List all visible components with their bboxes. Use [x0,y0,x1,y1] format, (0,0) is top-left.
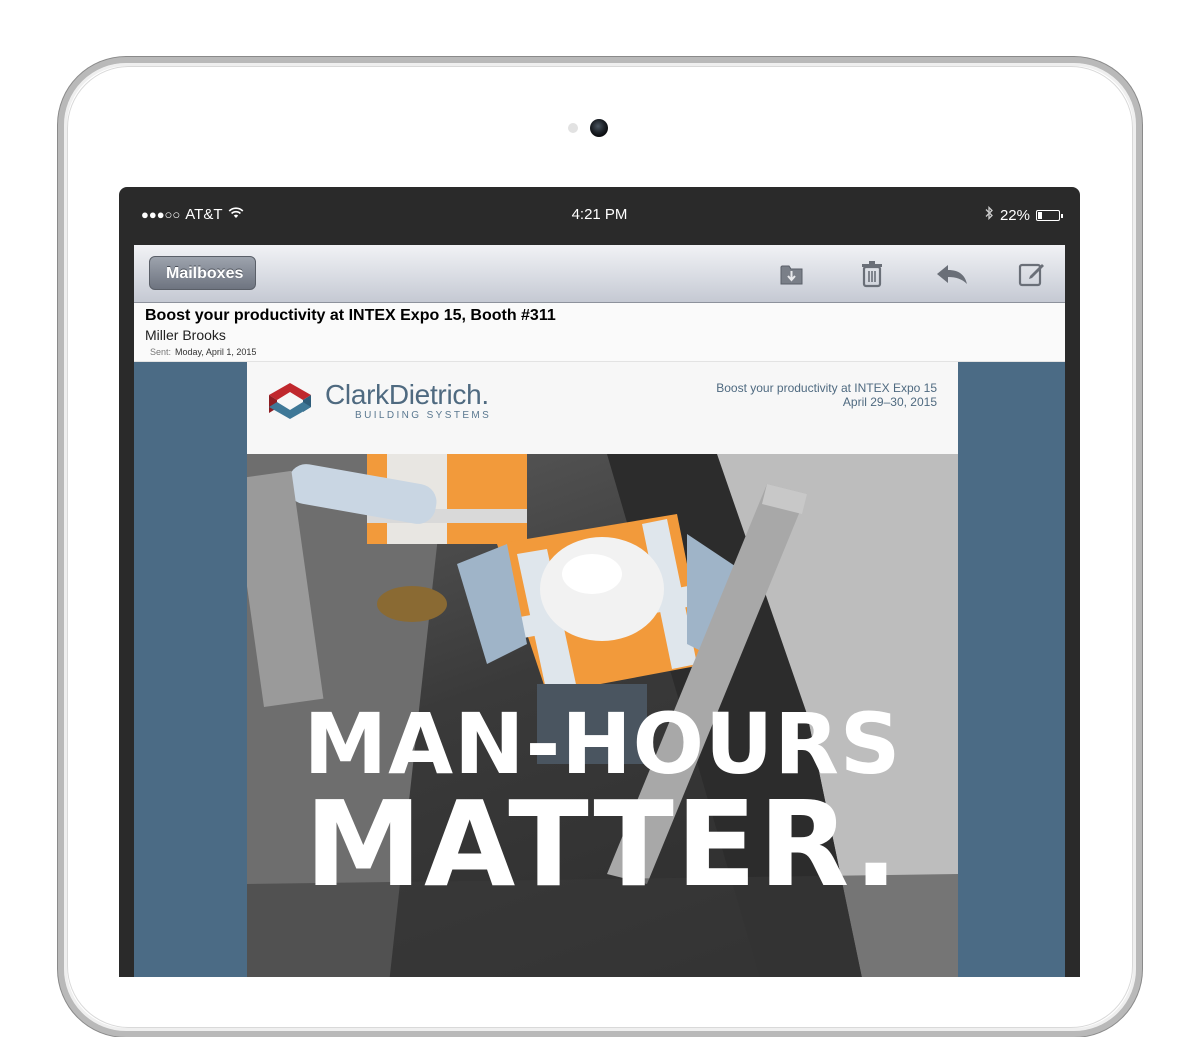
mail-app: Mailboxes Boost your productivity at INT… [134,245,1065,977]
mail-toolbar: Mailboxes [134,245,1065,303]
trash-icon[interactable] [857,259,887,289]
move-to-folder-icon[interactable] [777,259,807,289]
back-button-label: Mailboxes [166,265,244,282]
sent-date: Moday, April 1, 2015 [175,347,257,357]
mailboxes-back-button[interactable]: Mailboxes [149,256,257,290]
battery-icon [1036,209,1063,221]
promo-line-2: April 29–30, 2015 [842,395,937,409]
status-time: 4:21 PM [571,206,628,223]
headline-line-2: MATTER. [304,775,901,913]
battery-percent: 22% [999,206,1030,224]
status-bar: ●●●○○ AT&T 4:21 PM 22% [119,187,1080,243]
logo-wordmark: ClarkDietrich. [325,379,489,410]
reply-icon[interactable] [934,259,970,289]
sent-label: Sent: [150,347,172,357]
clarkdietrich-logo[interactable]: ClarkDietrich. BUILDING SYSTEMS [265,381,491,421]
promo-line-1: Boost your productivity at INTEX Expo 15 [716,381,937,395]
front-camera [590,119,608,137]
email-banner: ClarkDietrich. BUILDING SYSTEMS Boost yo… [247,362,958,454]
message-header: Boost your productivity at INTEX Expo 15… [134,303,1065,362]
hero-image[interactable]: MAN-HOURS MATTER. [247,454,958,977]
email-content: ClarkDietrich. BUILDING SYSTEMS Boost yo… [247,362,958,977]
logo-mark-icon [269,383,311,419]
light-sensor [568,123,578,133]
battery-fill [1038,211,1042,219]
logo-subtitle: BUILDING SYSTEMS [355,410,492,421]
message-subject: Boost your productivity at INTEX Expo 15… [145,307,556,324]
message-sent-line: Sent: Moday, April 1, 2015 [150,347,256,357]
message-sender[interactable]: Miller Brooks [145,327,226,343]
status-right: 22% [984,205,1063,224]
ipad-screen: ●●●○○ AT&T 4:21 PM 22% Mailboxes Boost y… [119,187,1080,977]
promo-text: Boost your productivity at INTEX Expo 15… [716,381,937,409]
compose-icon[interactable] [1017,259,1047,289]
bluetooth-icon [984,205,994,224]
email-body: ClarkDietrich. BUILDING SYSTEMS Boost yo… [134,362,1065,977]
